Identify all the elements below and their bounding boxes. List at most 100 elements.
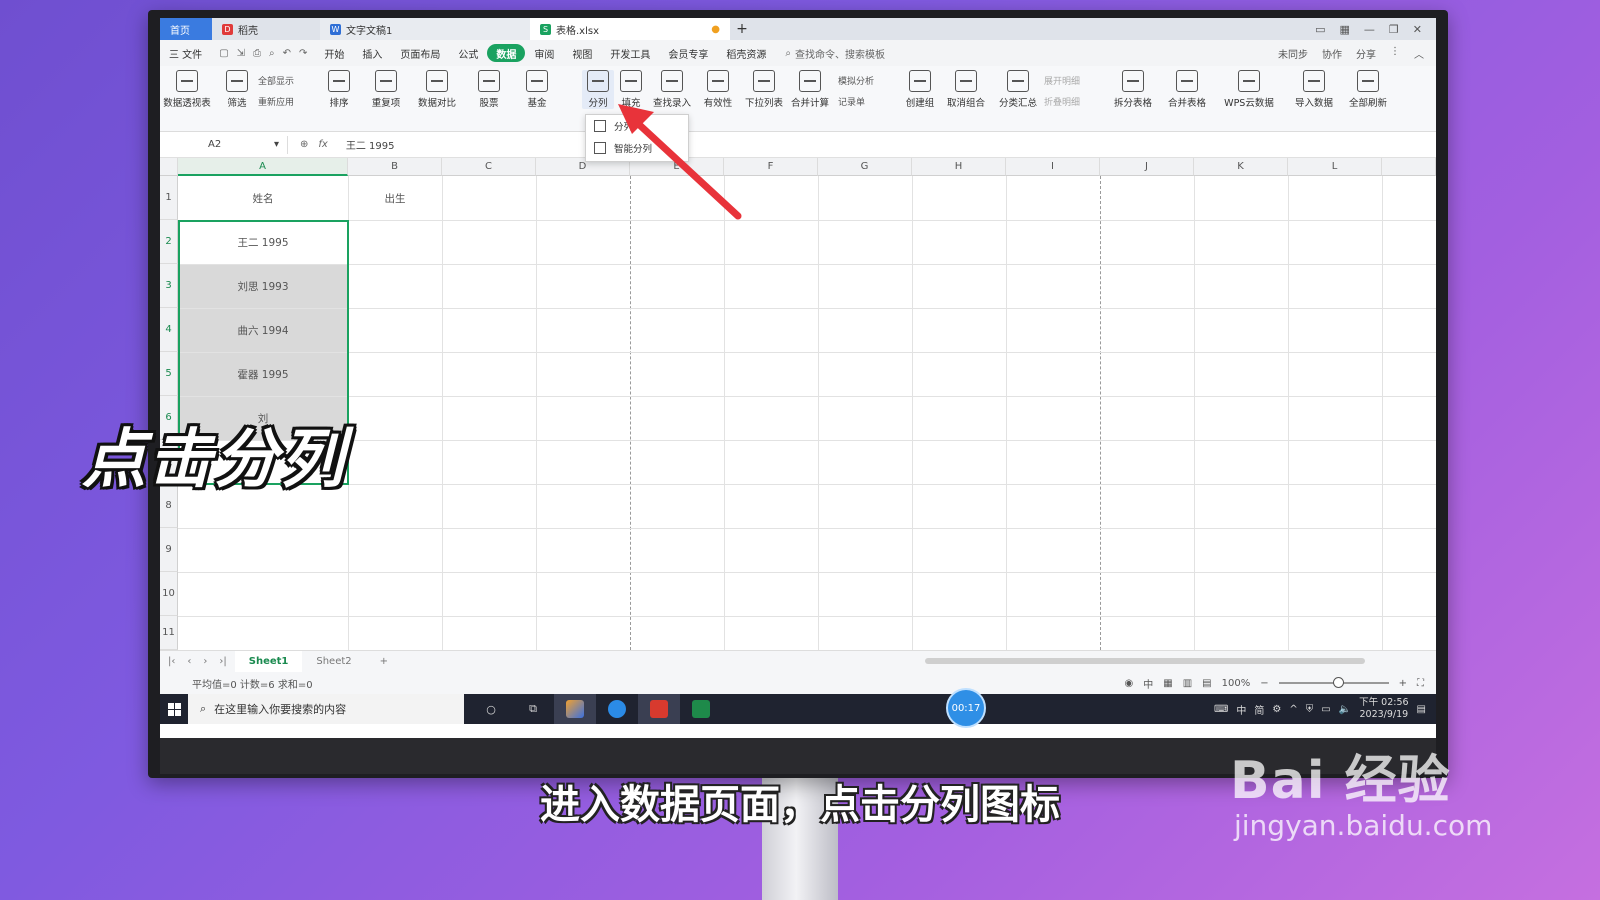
clock[interactable]: 下午 02:56 2023/9/19 [1359,697,1408,721]
row-header-3[interactable]: 3 [160,264,178,308]
page-break-view-icon[interactable]: ▤ [1202,678,1211,689]
lookup-entry-button[interactable]: 查找录入 [650,70,694,109]
name-box[interactable]: A2 ▾ [168,135,288,154]
zoom-formula-icon[interactable]: ⊕ [300,139,308,150]
duplicates-button[interactable]: 重复项 [366,70,406,109]
tray-expand-icon[interactable]: ^ [1289,704,1297,715]
column-header-f[interactable]: F [724,158,818,176]
menu-review[interactable]: 审阅 [525,44,563,62]
preview-icon[interactable]: ⌕ [269,48,275,59]
tab-document[interactable]: W 文字文稿1 [320,18,530,40]
cell-a4[interactable]: 曲六 1994 [178,308,348,352]
expand-detail-button[interactable]: 展开明细 [1044,72,1104,93]
column-header-c[interactable]: C [442,158,536,176]
file-menu[interactable]: 三 文件 [160,44,211,62]
column-header-g[interactable]: G [818,158,912,176]
ungroup-button[interactable]: 取消组合 [942,70,990,109]
split-table-button[interactable]: 拆分表格 [1110,70,1156,109]
filter-button[interactable]: 筛选 [222,70,252,109]
menu-member[interactable]: 会员专享 [659,44,717,62]
eye-protection-icon[interactable]: ◉ [1125,678,1134,689]
pivot-table-button[interactable]: 数据透视表 [162,70,212,109]
data-compare-button[interactable]: 数据对比 [412,70,462,109]
sheet-tab-sheet2[interactable]: Sheet2 [302,651,365,673]
menu-daoke[interactable]: 稻壳资源 [717,44,775,62]
row-header-2[interactable]: 2 [160,220,178,264]
menu-data[interactable]: 数据 [487,44,526,62]
print-icon[interactable]: ⎙ [253,48,261,59]
cell-b1[interactable]: 出生 [348,176,442,220]
horizontal-scrollbar[interactable] [925,658,1365,664]
layout-icon[interactable]: ▭ [1315,23,1325,36]
sort-button[interactable]: 排序 [324,70,354,109]
sync-button[interactable]: 未同步 [1278,46,1308,61]
battery-icon[interactable]: ▭ [1321,704,1330,715]
save-icon[interactable]: ▢ [219,48,228,59]
task-view-icon[interactable]: ⧉ [512,694,554,724]
redo-icon[interactable]: ↷ [299,48,307,59]
row-header-9[interactable]: 9 [160,528,178,572]
column-header-j[interactable]: J [1100,158,1194,176]
tab-spreadsheet[interactable]: S 表格.xlsx ● [530,18,730,40]
settings-icon[interactable]: ⚙ [1272,704,1281,715]
menu-formula[interactable]: 公式 [449,44,487,62]
row-header-5[interactable]: 5 [160,352,178,396]
ime-status-icon[interactable]: 中 [1143,676,1153,691]
taskbar-search[interactable]: ⌕ 在这里输入你要搜索的内容 [188,694,464,724]
share-button[interactable]: 分享 [1356,46,1376,61]
cortana-icon[interactable]: ○ [470,694,512,724]
split-column-item[interactable]: 分列 [586,115,688,137]
create-group-button[interactable]: 创建组 [902,70,938,109]
taskbar-app-excel[interactable] [680,694,722,724]
collapse-ribbon-icon[interactable]: ︿ [1414,46,1424,61]
tab-daoke[interactable]: D 稻壳 [212,18,320,40]
more-icon[interactable]: ⋮ [1390,46,1400,61]
taskbar-app-search[interactable] [596,694,638,724]
menu-page-layout[interactable]: 页面布局 [391,44,449,62]
zoom-slider-knob[interactable] [1332,677,1344,688]
command-search[interactable]: ⌕ 查找命令、搜索模板 [775,46,895,61]
last-sheet-icon[interactable]: ›| [219,656,226,667]
zoom-slider[interactable] [1278,677,1389,688]
new-tab-button[interactable]: + [730,18,754,40]
add-sheet-icon[interactable]: + [366,651,402,673]
shield-icon[interactable]: ⛨ [1306,704,1314,715]
restore-icon[interactable]: ❐ [1389,23,1399,36]
cell-a3[interactable]: 刘思 1993 [178,264,348,308]
column-header-k[interactable]: K [1194,158,1288,176]
merge-table-button[interactable]: 合并表格 [1164,70,1210,109]
wps-cloud-button[interactable]: WPS云数据 [1218,70,1280,109]
split-column-button[interactable]: 分列 [582,70,614,109]
row-header-4[interactable]: 4 [160,308,178,352]
refresh-all-button[interactable]: 全部刷新 [1344,70,1392,109]
tab-home[interactable]: 首页 [160,18,212,40]
notification-icon[interactable]: ▤ [1417,704,1426,715]
reapply-button[interactable]: 重新应用 [258,93,318,114]
keyboard-icon[interactable]: ⌨ [1214,704,1228,715]
fx-button[interactable]: fx [318,139,327,150]
cell-a5[interactable]: 霍器 1995 [178,352,348,396]
column-header-h[interactable]: H [912,158,1006,176]
cell-a1[interactable]: 姓名 [178,176,348,220]
grid-icon[interactable]: ▦ [1340,23,1350,36]
volume-icon[interactable]: 🔈 [1339,704,1351,715]
next-sheet-icon[interactable]: › [203,656,207,667]
first-sheet-icon[interactable]: |‹ [168,656,175,667]
column-header-a[interactable]: A [178,158,348,176]
collapse-detail-button[interactable]: 折叠明细 [1044,93,1104,114]
column-header-i[interactable]: I [1006,158,1100,176]
whatif-button[interactable]: 模拟分析 [838,72,902,93]
column-header-l[interactable]: L [1288,158,1382,176]
menu-view[interactable]: 视图 [563,44,601,62]
sheet-tab-sheet1[interactable]: Sheet1 [234,650,303,673]
prev-sheet-icon[interactable]: ‹ [187,656,191,667]
ime-mode[interactable]: 简 [1254,702,1264,717]
undo-icon[interactable]: ↶ [283,48,291,59]
zoom-in-icon[interactable]: + [1399,678,1407,689]
dropdown-list-button[interactable]: 下拉列表 [742,70,786,109]
stock-button[interactable]: 股票 [474,70,504,109]
fill-button[interactable]: 填充 [616,70,646,109]
page-layout-view-icon[interactable]: ▥ [1183,678,1192,689]
spreadsheet-grid[interactable]: A B C D E F G H I J K L 1 2 3 4 5 6 7 8 … [160,158,1436,650]
cell-a2[interactable]: 王二 1995 [178,220,348,264]
